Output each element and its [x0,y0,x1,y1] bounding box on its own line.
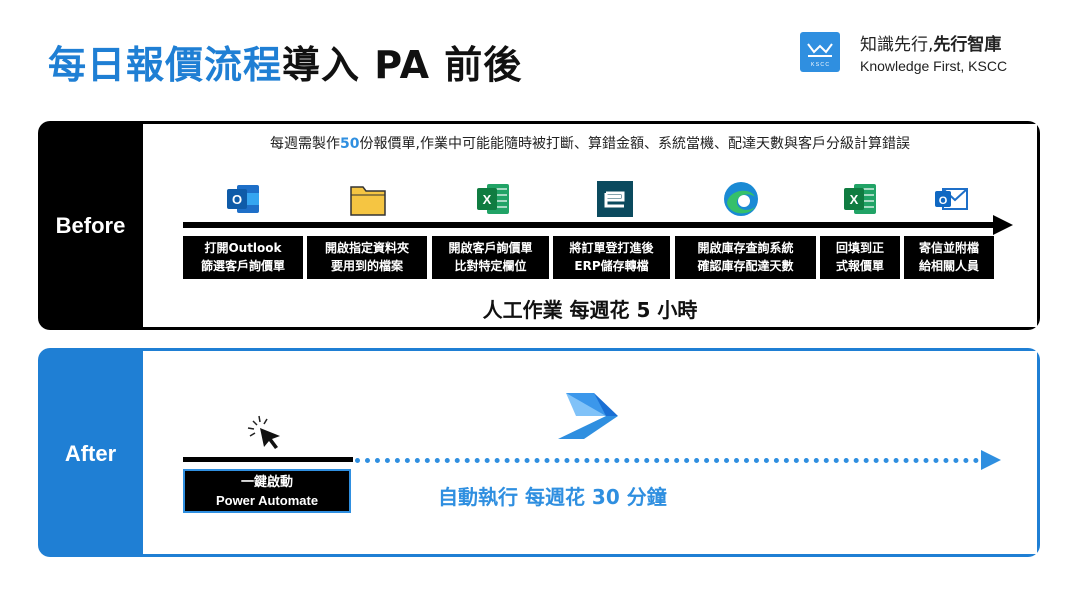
step-box: 打開Outlook 篩選客戶詢價單 [183,236,303,279]
brand-block: K S C C 知識先行,先行智庫 Knowledge First, KSCC [800,30,1050,80]
folder-icon [348,179,388,219]
svg-text:K S C C: K S C C [811,62,829,68]
before-content: 每週需製作50份報價單,作業中可能能隨時被打斷、算錯金額、系統當機、配達天數與客… [143,124,1037,327]
brand-tagline: 知識先行,先行智庫 [860,30,1001,55]
after-timeline-dotted [355,458,979,463]
page-title: 每日報價流程導入 PA 前後 [48,34,522,89]
page-title-rest: 導入 PA 前後 [282,43,523,87]
before-summary: 人工作業 每週花 5 小時 [482,298,698,322]
step-box: 回填到正 式報價單 [820,236,900,279]
process-timeline-arrow [183,222,998,228]
click-cursor-icon [245,413,285,453]
edge-browser-icon [721,179,761,219]
process-timeline-arrowhead [993,215,1013,235]
brand-tagline-bold: 先行智庫 [933,35,1002,55]
before-panel: Before 每週需製作50份報價單,作業中可能能隨時被打斷、算錯金額、系統當機… [38,121,1040,330]
step-box: 寄信並附檔 給相關人員 [904,236,994,279]
before-description: 每週需製作50份報價單,作業中可能能隨時被打斷、算錯金額、系統當機、配達天數與客… [143,133,1037,153]
before-label: Before [55,213,126,238]
trigger-line2: Power Automate [215,493,319,508]
before-description-post: 份報價單,作業中可能能隨時被打斷、算錯金額、系統當機、配達天數與客戶分級計算錯誤 [359,136,910,152]
after-content: 一鍵啟動 Power Automate 自動執行 每週花 30 分鐘 [143,351,1037,554]
after-timeline-solid [183,457,353,462]
after-timeline-arrowhead [981,450,1001,470]
kscc-logo-icon: K S C C [800,32,840,72]
after-panel: After 一鍵啟動 Power Automate 自動執行 每週花 30 分鐘 [38,348,1040,557]
excel-icon: X [473,179,513,219]
svg-text:O: O [232,192,242,207]
mail-icon: O [931,179,971,219]
svg-text:X: X [850,192,859,207]
step-box: 開啟庫存查詢系統 確認庫存配達天數 [675,236,816,279]
power-automate-icon [556,391,622,441]
step-box: 開啟指定資料夾 要用到的檔案 [307,236,427,279]
svg-text:O: O [939,195,948,207]
step-box: 開啟客戶詢價單 比對特定欄位 [432,236,549,279]
after-summary: 自動執行 每週花 30 分鐘 [438,485,667,509]
erp-icon [595,179,635,219]
power-automate-trigger: 一鍵啟動 Power Automate [183,469,351,513]
step-box: 將訂單登打進後 ERP儲存轉檔 [553,236,670,279]
brand-subtitle: Knowledge First, KSCC [860,58,1008,74]
page-title-highlight: 每日報價流程 [48,43,283,87]
outlook-icon: O [223,179,263,219]
excel-icon: X [840,179,880,219]
before-description-pre: 每週需製作 [270,136,341,152]
trigger-line1: 一鍵啟動 [240,475,293,490]
after-label: After [64,441,117,466]
svg-text:X: X [483,192,492,207]
before-description-count: 50 [340,136,360,152]
brand-tagline-regular: 知識先行, [860,35,934,55]
